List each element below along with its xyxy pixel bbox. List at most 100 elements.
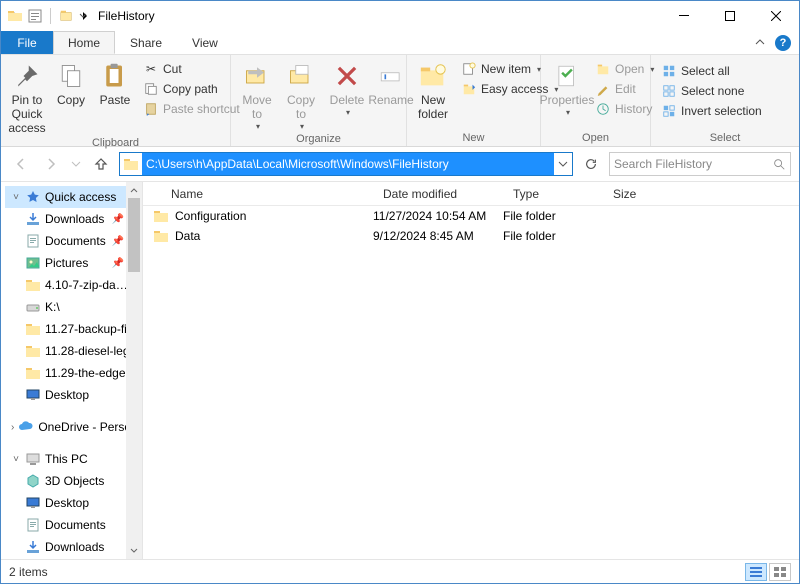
move-to-button[interactable]: Move to▾ — [235, 58, 279, 133]
cut-button[interactable]: ✂ Cut — [141, 60, 242, 78]
item-date: 9/12/2024 8:45 AM — [373, 229, 503, 243]
recent-locations-button[interactable] — [69, 152, 83, 176]
desktop-icon — [25, 495, 41, 511]
scroll-down-icon[interactable] — [126, 543, 142, 559]
item-type: File folder — [503, 209, 603, 223]
scroll-up-icon[interactable] — [126, 182, 142, 198]
sidebar-item[interactable]: Music — [5, 558, 142, 559]
list-item[interactable]: Data 9/12/2024 8:45 AM File folder — [143, 226, 799, 246]
tab-share[interactable]: Share — [115, 31, 177, 54]
navigation-pane: ˅Quick accessDownloads📌Documents📌Picture… — [1, 182, 143, 559]
label: Open — [615, 62, 644, 76]
label: Paste shortcut — [163, 102, 240, 116]
column-type[interactable]: Type — [503, 187, 603, 201]
onedrive-icon — [18, 419, 34, 435]
sidebar-item[interactable]: Downloads — [5, 536, 142, 558]
download-icon — [25, 211, 41, 227]
copy-icon — [55, 60, 87, 92]
search-input[interactable] — [614, 157, 772, 171]
paste-shortcut-button[interactable]: Paste shortcut — [141, 100, 242, 118]
large-icons-view-button[interactable] — [769, 563, 791, 581]
sidebar-scrollbar[interactable] — [126, 182, 142, 559]
delete-button[interactable]: Delete▾ — [325, 58, 369, 119]
label: Downloads — [45, 540, 104, 554]
list-item[interactable]: Configuration 11/27/2024 10:54 AM File f… — [143, 206, 799, 226]
invert-selection-button[interactable]: Invert selection — [659, 102, 764, 120]
forward-button[interactable] — [39, 152, 63, 176]
pin-to-quick-access-button[interactable]: Pin to Quick access — [5, 58, 49, 137]
column-name[interactable]: Name — [143, 187, 373, 201]
back-button[interactable] — [9, 152, 33, 176]
column-date[interactable]: Date modified — [373, 187, 503, 201]
properties-button[interactable]: Properties▾ — [545, 58, 589, 119]
sidebar-item[interactable]: 11.29-the-edge-… — [5, 362, 142, 384]
up-button[interactable] — [89, 152, 113, 176]
label: Copy path — [163, 82, 218, 96]
label: Edit — [615, 82, 636, 96]
easy-access-icon — [461, 81, 477, 97]
this-pc-icon — [25, 451, 41, 467]
open-button[interactable]: Open▾ — [593, 60, 656, 78]
copy-to-button[interactable]: Copy to▾ — [279, 58, 323, 133]
copy-path-button[interactable]: Copy path — [141, 80, 242, 98]
address-text[interactable]: C:\Users\h\AppData\Local\Microsoft\Windo… — [142, 153, 554, 175]
sidebar-item[interactable]: Desktop — [5, 384, 142, 406]
sidebar-item[interactable]: Downloads📌 — [5, 208, 142, 230]
scroll-thumb[interactable] — [128, 198, 140, 272]
sidebar-this-pc[interactable]: ˅This PC — [5, 448, 142, 470]
sidebar-item[interactable]: 11.27-backup-fil… — [5, 318, 142, 340]
new-folder-icon — [417, 60, 449, 92]
sidebar-onedrive[interactable]: ›OneDrive - Person… — [5, 416, 142, 438]
close-button[interactable] — [753, 1, 799, 31]
collapse-ribbon-icon[interactable] — [755, 38, 765, 48]
label: Pin to Quick access — [8, 94, 45, 135]
folder-icon — [25, 277, 41, 293]
sidebar-item[interactable]: 11.28-diesel-lega… — [5, 340, 142, 362]
dropdown-icon[interactable] — [58, 8, 74, 24]
select-none-icon — [661, 83, 677, 99]
sidebar-item[interactable]: 4.10-7-zip-da… — [5, 274, 142, 296]
3d-icon — [25, 473, 41, 489]
label: Delete — [330, 94, 365, 108]
sidebar-item[interactable]: Pictures📌 — [5, 252, 142, 274]
explorer-window: File History File Home Share View ? Pin t… — [0, 0, 800, 584]
label: Downloads — [45, 212, 104, 226]
new-folder-button[interactable]: New folder — [411, 58, 455, 124]
sidebar-item[interactable]: Documents — [5, 514, 142, 536]
label: Easy access — [481, 82, 548, 96]
file-menu[interactable]: File — [1, 31, 53, 54]
overflow-caret-icon[interactable] — [78, 8, 88, 24]
tab-view[interactable]: View — [177, 31, 233, 54]
scissors-icon: ✂ — [143, 61, 159, 77]
sidebar-quick-access[interactable]: ˅Quick access — [5, 186, 142, 208]
edit-button[interactable]: Edit — [593, 80, 656, 98]
address-dropdown-icon[interactable] — [554, 159, 572, 169]
search-box[interactable] — [609, 152, 791, 176]
history-button[interactable]: History — [593, 100, 656, 118]
select-none-button[interactable]: Select none — [659, 82, 764, 100]
minimize-button[interactable] — [661, 1, 707, 31]
search-icon — [772, 157, 786, 171]
refresh-button[interactable] — [579, 152, 603, 176]
sidebar-item[interactable]: Documents📌 — [5, 230, 142, 252]
column-size[interactable]: Size — [603, 187, 799, 201]
help-icon[interactable]: ? — [775, 35, 791, 51]
ribbon-group-new: New folder New item▾ Easy access▾ New — [407, 55, 541, 146]
label: History — [615, 102, 652, 116]
document-icon — [25, 233, 41, 249]
maximize-button[interactable] — [707, 1, 753, 31]
copy-button[interactable]: Copy — [49, 58, 93, 110]
paste-button[interactable]: Paste — [93, 58, 137, 110]
details-view-button[interactable] — [745, 563, 767, 581]
ribbon-group-clipboard: Pin to Quick access Copy Paste ✂ Cut Copy… — [1, 55, 231, 146]
label: Cut — [163, 62, 182, 76]
sidebar-item[interactable]: K:\ — [5, 296, 142, 318]
sidebar-item[interactable]: Desktop — [5, 492, 142, 514]
tab-home[interactable]: Home — [53, 31, 115, 54]
ribbon-tabs: File Home Share View ? — [1, 31, 799, 55]
select-all-button[interactable]: Select all — [659, 62, 764, 80]
address-bar[interactable]: C:\Users\h\AppData\Local\Microsoft\Windo… — [119, 152, 573, 176]
properties-icon[interactable] — [27, 8, 43, 24]
sidebar-item[interactable]: 3D Objects — [5, 470, 142, 492]
pin-icon — [11, 60, 43, 92]
